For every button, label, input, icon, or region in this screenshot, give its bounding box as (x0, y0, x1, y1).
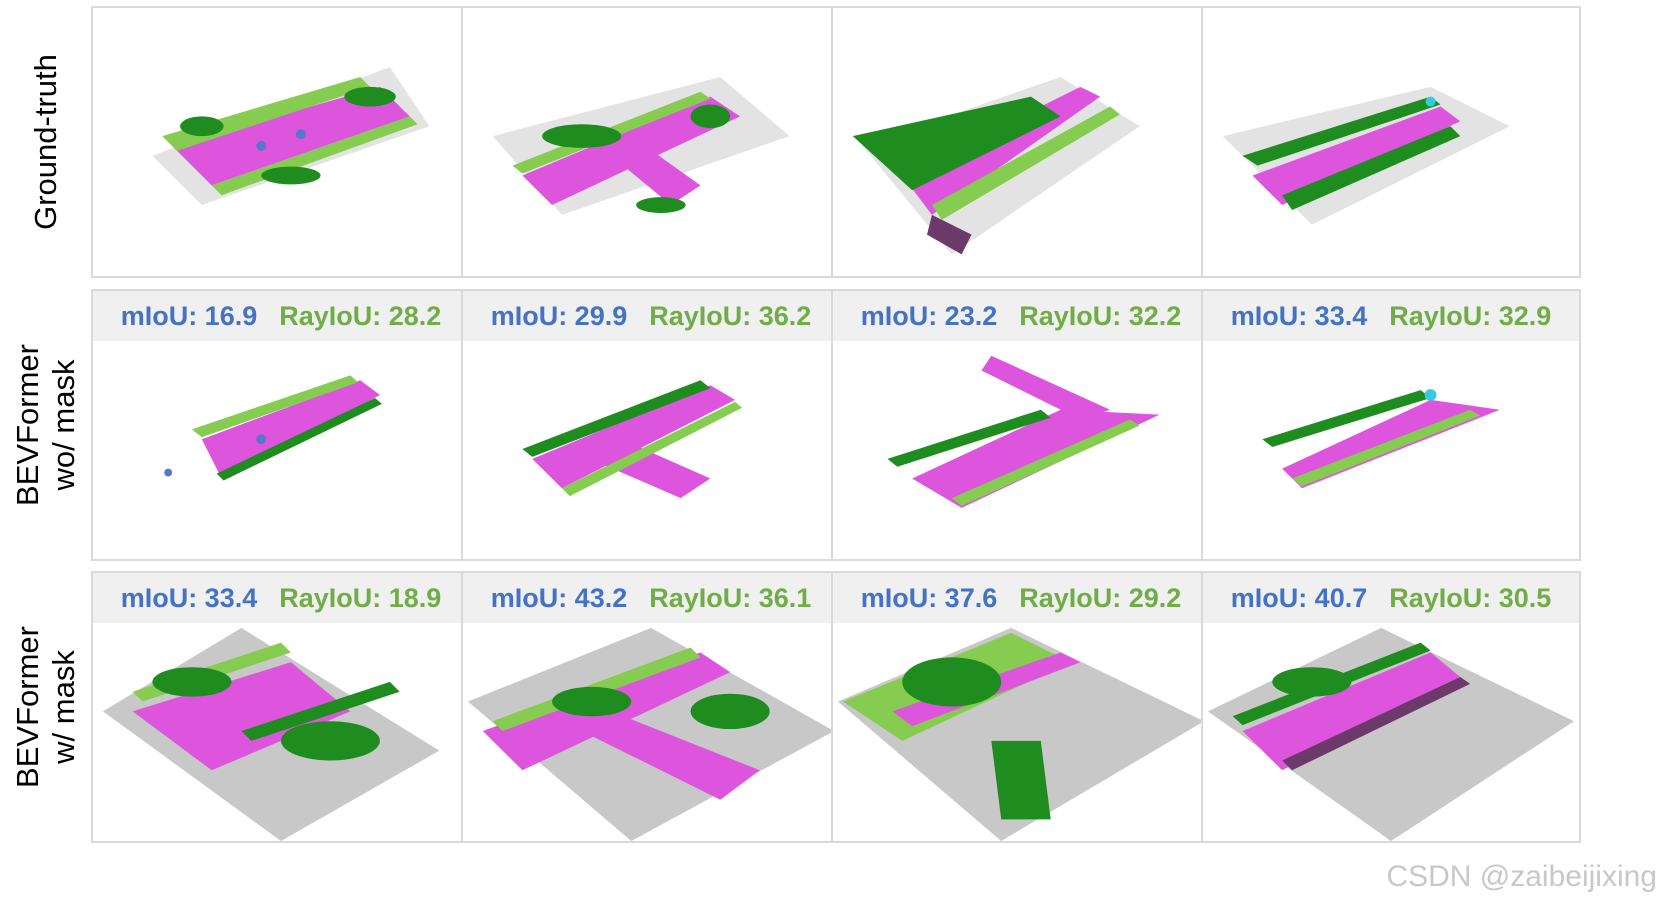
miou-value: mIoU: 23.2 (860, 300, 998, 331)
occupancy-scene (463, 8, 839, 276)
gt-panel (831, 6, 1211, 278)
rayiou-value: RayIoU: 36.2 (649, 300, 812, 331)
metric-bar: mIoU: 16.9 RayIoU: 28.2 (93, 291, 469, 341)
miou-value: mIoU: 16.9 (120, 300, 258, 331)
rayiou-value: RayIoU: 28.2 (279, 300, 442, 331)
gt-panel (1201, 6, 1581, 278)
occupancy-scene (463, 623, 839, 841)
occupancy-scene (1203, 623, 1579, 841)
rayiou-value: RayIoU: 30.5 (1389, 582, 1552, 613)
miou-value: mIoU: 29.9 (490, 300, 628, 331)
occupancy-scene (833, 341, 1209, 559)
occupancy-scene (833, 8, 1209, 276)
bevformer-wo-mask-panel: mIoU: 29.9 RayIoU: 36.2 (461, 289, 841, 561)
miou-value: mIoU: 33.4 (120, 582, 258, 613)
metric-bar: mIoU: 40.7 RayIoU: 30.5 (1203, 573, 1579, 623)
occupancy-scene (1203, 341, 1579, 559)
bevformer-w-mask-panel: mIoU: 43.2 RayIoU: 36.1 (461, 571, 841, 843)
occupancy-scene (93, 8, 469, 276)
bevformer-wo-mask-panel: mIoU: 33.4 RayIoU: 32.9 (1201, 289, 1581, 561)
bevformer-w-mask-panel: mIoU: 33.4 RayIoU: 18.9 (91, 571, 471, 843)
bevformer-wo-mask-panel: mIoU: 16.9 RayIoU: 28.2 (91, 289, 471, 561)
miou-value: mIoU: 33.4 (1230, 300, 1368, 331)
occupancy-scene (463, 341, 839, 559)
occupancy-scene (93, 623, 469, 841)
bevformer-wo-mask-panel: mIoU: 23.2 RayIoU: 32.2 (831, 289, 1211, 561)
occupancy-scene (93, 341, 469, 559)
row-label-ground-truth: Ground-truth (28, 54, 64, 230)
row-label-bevformer-w-mask: BEVFormer w/ mask (10, 626, 82, 788)
occupancy-scene (1203, 8, 1579, 276)
metric-bar: mIoU: 37.6 RayIoU: 29.2 (833, 573, 1209, 623)
occupancy-scene (833, 623, 1209, 841)
miou-value: mIoU: 43.2 (490, 582, 628, 613)
metric-bar: mIoU: 33.4 RayIoU: 32.9 (1203, 291, 1579, 341)
metric-bar: mIoU: 43.2 RayIoU: 36.1 (463, 573, 839, 623)
miou-value: mIoU: 40.7 (1230, 582, 1368, 613)
metric-bar: mIoU: 29.9 RayIoU: 36.2 (463, 291, 839, 341)
rayiou-value: RayIoU: 32.9 (1389, 300, 1552, 331)
metric-bar: mIoU: 23.2 RayIoU: 32.2 (833, 291, 1209, 341)
metric-bar: mIoU: 33.4 RayIoU: 18.9 (93, 573, 469, 623)
row-label-bevformer-wo-mask: BEVFormer wo/ mask (10, 344, 82, 506)
rayiou-value: RayIoU: 32.2 (1019, 300, 1182, 331)
bevformer-w-mask-panel: mIoU: 37.6 RayIoU: 29.2 (831, 571, 1211, 843)
miou-value: mIoU: 37.6 (860, 582, 998, 613)
rayiou-value: RayIoU: 18.9 (279, 582, 442, 613)
rayiou-value: RayIoU: 29.2 (1019, 582, 1182, 613)
gt-panel (91, 6, 471, 278)
rayiou-value: RayIoU: 36.1 (649, 582, 812, 613)
gt-panel (461, 6, 841, 278)
watermark: CSDN @zaibeijixing (1386, 860, 1657, 893)
bevformer-w-mask-panel: mIoU: 40.7 RayIoU: 30.5 (1201, 571, 1581, 843)
